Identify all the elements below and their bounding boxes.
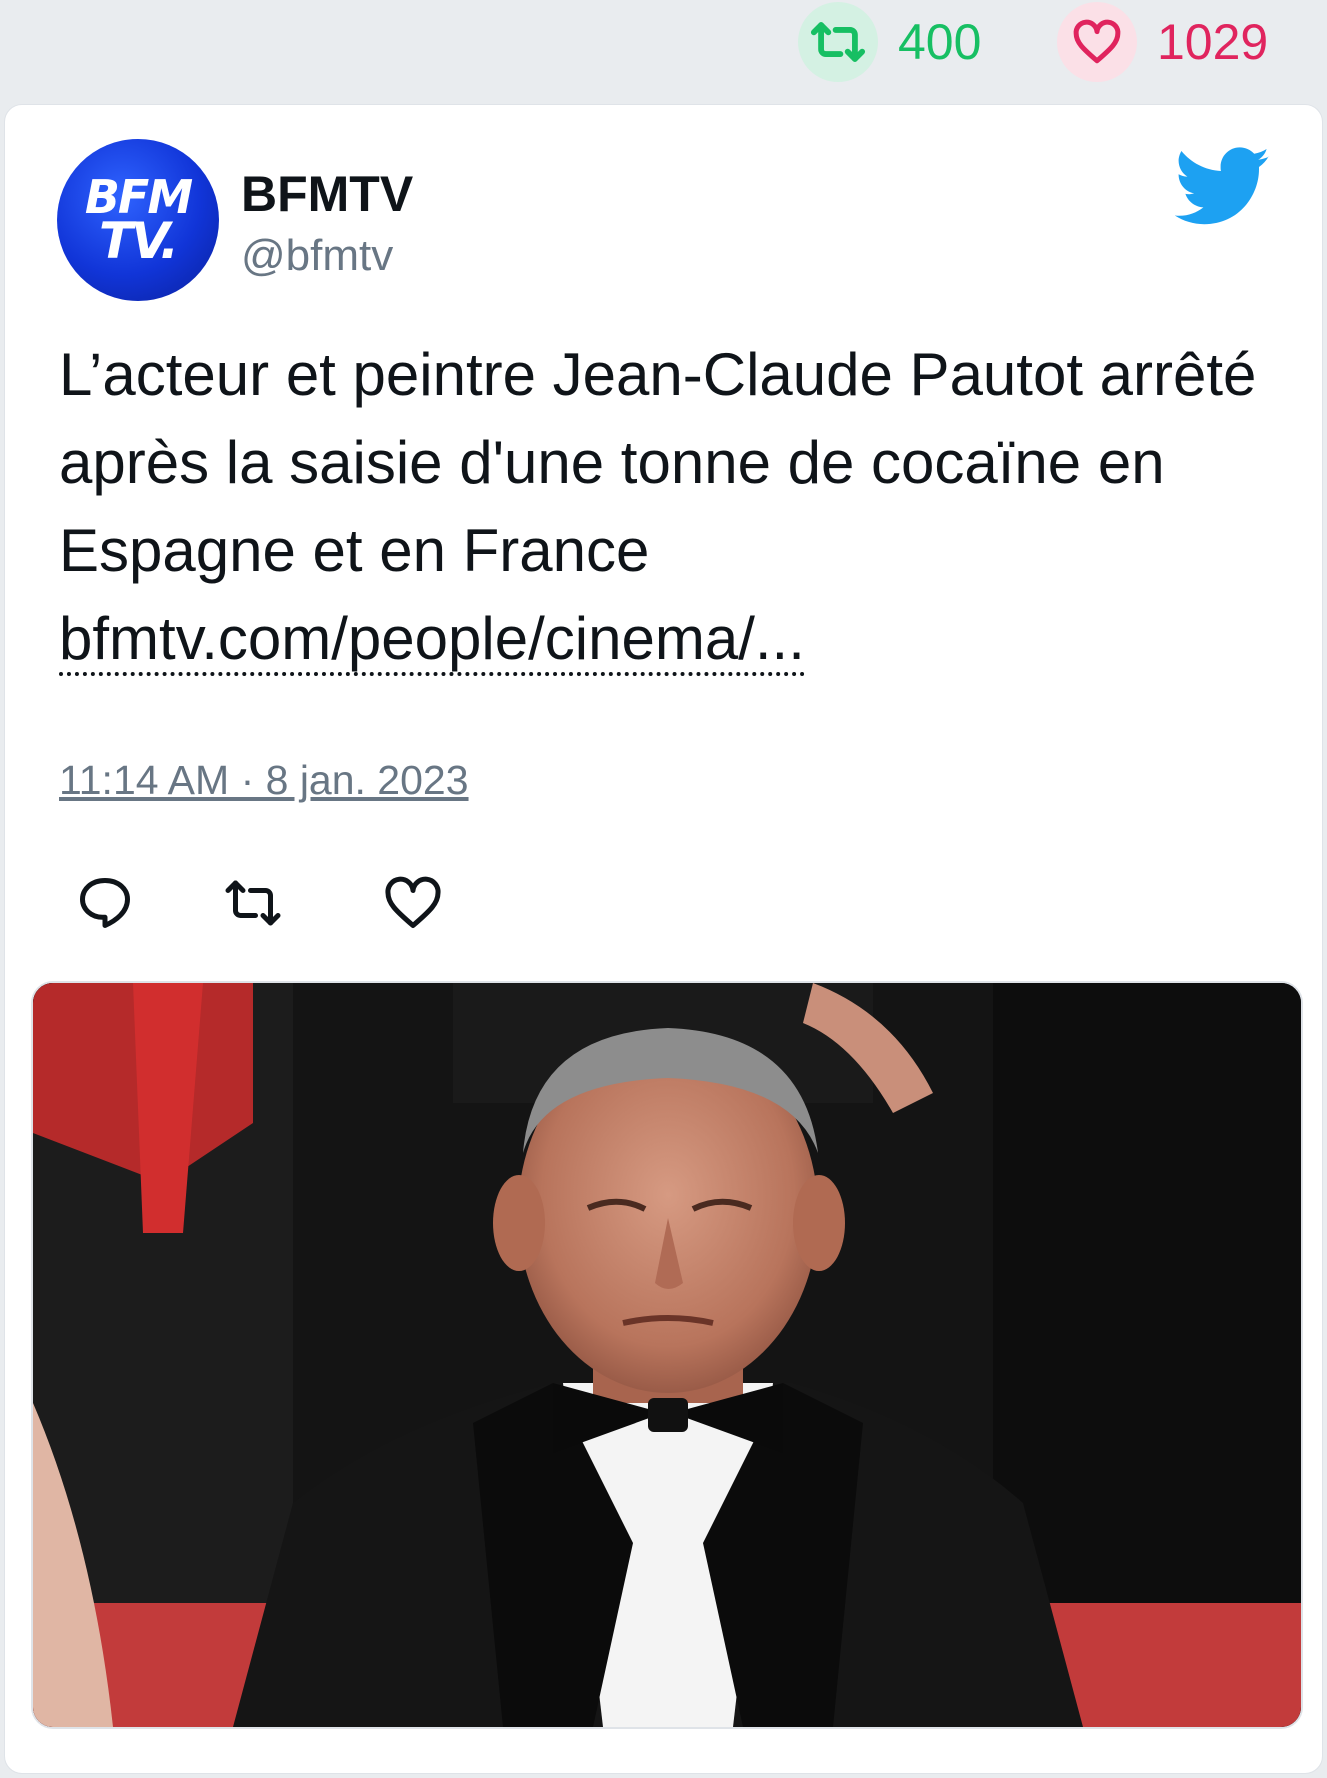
like-stat[interactable]: 1029 bbox=[1057, 2, 1268, 82]
tweet-link[interactable]: bfmtv.com/people/cinema/... bbox=[59, 605, 805, 676]
tweet-card: BFM TV. BFMTV @bfmtv L’acteur et peintre… bbox=[4, 104, 1323, 1774]
heart-icon[interactable] bbox=[1057, 2, 1137, 82]
retweet-stat[interactable]: 400 bbox=[798, 2, 981, 82]
engagement-stats-bar: 400 1029 bbox=[0, 0, 1327, 90]
twitter-bird-icon[interactable] bbox=[1175, 147, 1271, 227]
retweet-count: 400 bbox=[898, 14, 982, 70]
reply-icon[interactable] bbox=[75, 873, 135, 933]
avatar-text-line2: TV. bbox=[98, 212, 179, 270]
tweet-media-photo[interactable] bbox=[31, 981, 1303, 1729]
display-name[interactable]: BFMTV bbox=[241, 165, 413, 223]
tweet-timestamp[interactable]: 11:14 AM · 8 jan. 2023 bbox=[59, 757, 469, 804]
photo-man-in-tuxedo bbox=[33, 983, 1301, 1727]
tweet-text: L’acteur et peintre Jean-Claude Pautot a… bbox=[59, 331, 1279, 683]
heart-icon[interactable] bbox=[383, 873, 443, 933]
user-handle[interactable]: @bfmtv bbox=[241, 231, 393, 281]
avatar[interactable]: BFM TV. bbox=[57, 139, 219, 301]
retweet-icon[interactable] bbox=[798, 2, 878, 82]
like-count: 1029 bbox=[1157, 14, 1269, 70]
tweet-body: L’acteur et peintre Jean-Claude Pautot a… bbox=[59, 341, 1257, 584]
retweet-icon[interactable] bbox=[223, 873, 283, 933]
